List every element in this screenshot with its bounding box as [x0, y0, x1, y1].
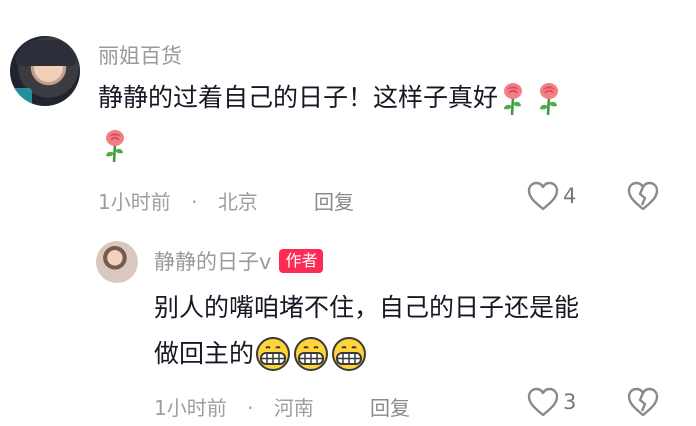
broken-heart-icon	[627, 387, 659, 417]
commenter-avatar[interactable]	[10, 36, 80, 106]
reply-time: 1小时前	[154, 396, 227, 420]
comment-meta: 1小时前 · 北京	[98, 186, 258, 215]
comment-dislike-button[interactable]	[626, 180, 660, 216]
meta-separator: ·	[191, 190, 198, 214]
comment-location: 北京	[217, 190, 258, 214]
reply-location: 河南	[273, 396, 314, 420]
heart-outline-icon	[527, 387, 559, 417]
commenter-username[interactable]: 丽姐百货	[98, 40, 182, 70]
broken-heart-icon	[627, 181, 659, 211]
meta-separator: ·	[247, 396, 254, 420]
comment-text: 静静的过着自己的日子！这样子真好	[98, 80, 564, 117]
reply-text-line1: 别人的嘴咱堵不住，自己的日子还是能	[154, 293, 580, 322]
heart-outline-icon	[527, 181, 559, 211]
avatar-light	[10, 88, 32, 106]
grinning-face-emoji-icon	[294, 337, 329, 371]
reply-reply-button[interactable]: 回复	[370, 392, 410, 421]
avatar-hair	[16, 40, 76, 66]
reply-like-button[interactable]: 3	[526, 386, 576, 418]
reply-header: 静静的日子v 作者	[154, 246, 324, 276]
author-badge: 作者	[279, 249, 324, 273]
rose-emoji-icon	[540, 83, 559, 116]
rose-emoji-icon	[106, 130, 124, 163]
grinning-face-emoji-icon	[256, 337, 291, 371]
comment-time: 1小时前	[98, 190, 171, 214]
reply-text-line2-row: 做回主的	[154, 336, 368, 372]
rose-emoji-icon	[504, 83, 523, 116]
reply-meta: 1小时前 · 河南	[154, 392, 314, 421]
reply-dislike-button[interactable]	[626, 386, 660, 422]
comment-text-line2	[100, 126, 130, 166]
comment-text-line1: 静静的过着自己的日子！这样子真好	[98, 83, 499, 112]
reply-text-line2: 做回主的	[154, 339, 255, 368]
comment-like-count: 4	[563, 184, 577, 208]
reply-username[interactable]: 静静的日子v	[154, 246, 271, 276]
comment-like-button[interactable]: 4	[526, 180, 576, 212]
grinning-face-emoji-icon	[332, 337, 367, 371]
reply-like-count: 3	[563, 390, 577, 414]
reply-author-avatar[interactable]	[96, 241, 138, 283]
comment-reply-button[interactable]: 回复	[314, 186, 354, 215]
